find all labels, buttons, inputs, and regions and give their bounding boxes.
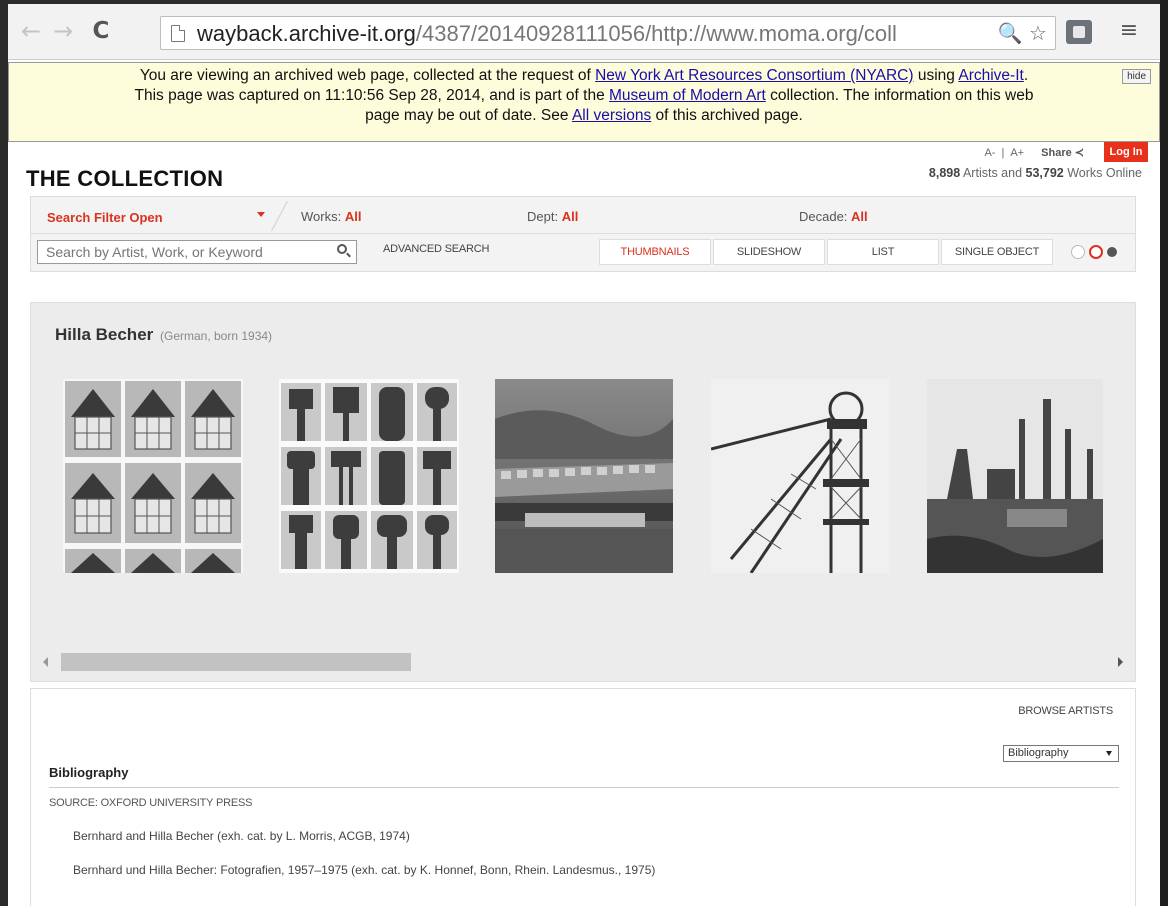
select-value: Bibliography <box>1008 747 1069 759</box>
archive-it-link[interactable]: Archive-It <box>958 67 1023 84</box>
banner-line-1: You are viewing an archived web page, co… <box>9 66 1159 86</box>
counts-text: Artists and <box>960 166 1026 180</box>
collection-counts: 8,898 Artists and 53,792 Works Online <box>929 166 1142 180</box>
industrial-landscape-image <box>927 379 1103 573</box>
font-smaller-button[interactable]: A- <box>984 147 995 159</box>
moma-collection-link[interactable]: Museum of Modern Art <box>609 87 766 104</box>
dept-filter-label: Dept: <box>527 209 562 224</box>
view-dot-3[interactable] <box>1107 247 1117 257</box>
bibliography-entry: Bernhard und Hilla Becher: Fotografien, … <box>73 863 656 877</box>
horizontal-scrollbar[interactable] <box>41 653 1127 671</box>
page-icon <box>171 25 185 42</box>
forward-arrow-icon[interactable]: → <box>50 18 76 44</box>
search-filter-toggle[interactable]: Search Filter Open <box>47 210 163 225</box>
browser-window: ← → C wayback.archive-it.org/4387/201409… <box>8 4 1160 906</box>
advanced-search-link[interactable]: ADVANCED SEARCH <box>383 243 489 255</box>
tab-slideshow[interactable]: SLIDESHOW <box>713 239 825 265</box>
reload-icon[interactable]: C <box>88 18 114 44</box>
bibliography-heading: Bibliography <box>49 765 129 780</box>
zoom-star-icons[interactable]: 🔍 ☆ <box>998 21 1047 45</box>
dept-filter[interactable]: Dept: All <box>527 209 578 224</box>
works-filter-value: All <box>344 209 362 224</box>
font-larger-button[interactable]: A+ <box>1010 147 1024 159</box>
search-input[interactable] <box>37 240 357 264</box>
artist-name[interactable]: Hilla Becher <box>55 325 153 344</box>
url-path: /4387/20140928111056/http://www.moma.org… <box>415 21 897 46</box>
artwork-thumbnail[interactable] <box>495 379 673 573</box>
scrollbar-thumb[interactable] <box>61 653 411 671</box>
search-row: ADVANCED SEARCH THUMBNAILS SLIDESHOW LIS… <box>30 234 1136 272</box>
search-icon[interactable] <box>337 244 347 254</box>
framework-houses-image <box>63 379 243 573</box>
all-versions-link[interactable]: All versions <box>572 107 651 124</box>
banner-text: collection. The information on this web <box>765 87 1034 104</box>
moma-collection-page: THE COLLECTION A- | A+ Share ≺ Log In 8,89… <box>8 142 1160 906</box>
bibliography-entry: Bernhard and Hilla Becher (exh. cat. by … <box>73 829 410 843</box>
divider <box>271 201 288 231</box>
url-host: wayback.archive-it.org <box>197 21 416 46</box>
decade-filter-value: All <box>851 209 868 224</box>
bibliography-source: SOURCE: OXFORD UNIVERSITY PRESS <box>49 797 253 809</box>
nyarc-link[interactable]: New York Art Resources Consortium (NYARC… <box>595 67 913 84</box>
counts-text: Works Online <box>1063 166 1142 180</box>
artist-heading: Hilla Becher (German, born 1934) <box>55 325 272 345</box>
login-button[interactable]: Log In <box>1104 142 1148 162</box>
water-towers-image <box>279 379 459 573</box>
decade-filter[interactable]: Decade: All <box>799 209 868 224</box>
url-text[interactable]: wayback.archive-it.org/4387/201409281110… <box>197 21 1005 47</box>
browser-toolbar: ← → C wayback.archive-it.org/4387/201409… <box>8 4 1160 60</box>
bibliography-select[interactable]: Bibliography <box>1003 745 1119 762</box>
bibliography-section: BROWSE ARTISTS Bibliography Bibliography… <box>30 688 1136 906</box>
divider <box>49 787 1119 788</box>
banner-text: You are viewing an archived web page, co… <box>139 67 596 84</box>
filter-bar: Search Filter Open Works: All Dept: All … <box>30 196 1136 234</box>
dropdown-arrow-icon <box>1106 751 1112 756</box>
banner-text: of this archived page. <box>651 107 803 124</box>
tab-single-object[interactable]: SINGLE OBJECT <box>941 239 1053 265</box>
tab-list[interactable]: LIST <box>827 239 939 265</box>
scroll-left-arrow-icon[interactable] <box>43 657 48 667</box>
view-dot-1[interactable] <box>1071 245 1085 259</box>
banner-text: page may be out of date. See <box>365 107 572 124</box>
artists-count: 8,898 <box>928 166 961 180</box>
extension-icon[interactable] <box>1066 20 1092 44</box>
browse-artists-link[interactable]: BROWSE ARTISTS <box>1018 705 1113 717</box>
works-count: 53,792 <box>1025 166 1064 180</box>
share-button[interactable]: Share ≺ <box>1041 147 1084 159</box>
browser-menu-icon[interactable]: ≡ <box>1116 18 1142 44</box>
decade-filter-label: Decade: <box>799 209 852 224</box>
winding-tower-image <box>711 379 889 573</box>
artist-meta: (German, born 1934) <box>160 329 273 343</box>
window-edge <box>1160 0 1168 906</box>
works-filter[interactable]: Works: All <box>301 209 361 224</box>
address-bar[interactable]: wayback.archive-it.org/4387/201409281110… <box>160 16 1056 50</box>
archive-banner: You are viewing an archived web page, co… <box>8 62 1160 142</box>
banner-text: This page was captured on 11:10:56 Sep 2… <box>134 87 610 104</box>
tab-thumbnails[interactable]: THUMBNAILS <box>599 239 711 265</box>
view-dot-2[interactable] <box>1089 245 1103 259</box>
artist-carousel: Hilla Becher (German, born 1934) <box>30 302 1136 682</box>
dept-filter-value: All <box>561 209 579 224</box>
artwork-thumbnail[interactable] <box>927 379 1103 573</box>
scroll-right-arrow-icon[interactable] <box>1118 657 1123 667</box>
artwork-thumbnail[interactable] <box>711 379 889 573</box>
artwork-thumbnail[interactable] <box>63 379 243 573</box>
hide-banner-button[interactable]: hide <box>1122 69 1151 84</box>
banner-text: using <box>913 67 959 84</box>
back-arrow-icon[interactable]: ← <box>18 18 44 44</box>
artwork-thumbnail[interactable] <box>279 379 459 573</box>
page-title: THE COLLECTION <box>26 166 224 191</box>
banner-line-2: This page was captured on 11:10:56 Sep 2… <box>9 86 1159 106</box>
works-filter-label: Works: <box>301 209 345 224</box>
banner-line-3: page may be out of date. See All version… <box>9 106 1159 126</box>
town-landscape-image <box>495 379 673 573</box>
banner-text: . <box>1023 67 1029 84</box>
caret-down-icon[interactable] <box>257 212 265 217</box>
font-size-separator: | <box>1001 147 1005 159</box>
